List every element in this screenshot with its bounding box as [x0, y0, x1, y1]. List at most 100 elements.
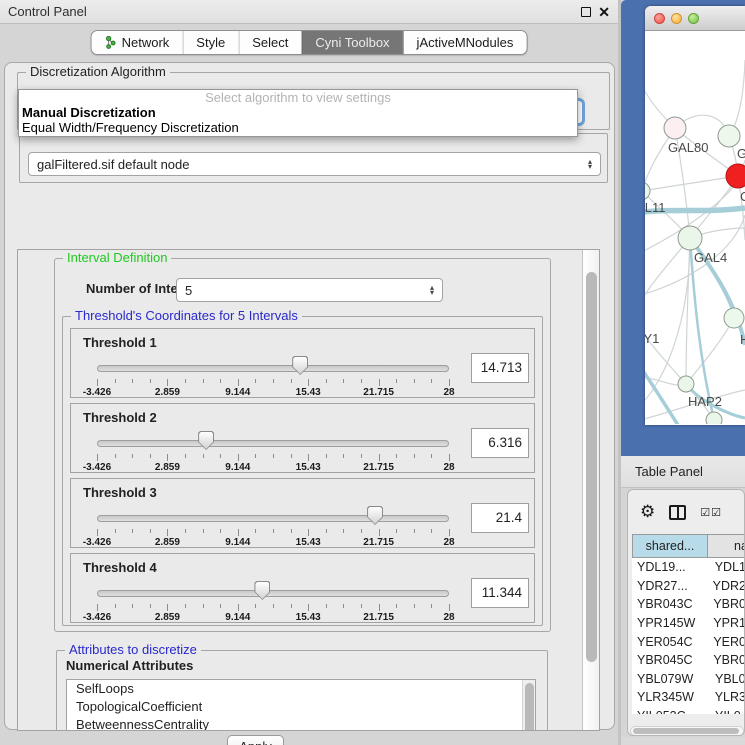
attributes-group-title: Attributes to discretize: [65, 642, 201, 657]
tab-jactivemnodules[interactable]: jActiveMNodules: [403, 31, 527, 54]
table-row[interactable]: YPR145WYPR1: [632, 614, 745, 633]
attribute-item-selfloops[interactable]: SelfLoops: [67, 680, 535, 698]
cell-name[interactable]: YPR1: [706, 616, 745, 630]
threshold-value-field[interactable]: 14.713: [471, 353, 529, 383]
network-node-ga[interactable]: [718, 125, 740, 147]
cell-shared-name[interactable]: YIL052C: [632, 709, 708, 714]
table-row[interactable]: YBL079WYBL0: [632, 670, 745, 689]
network-node-label: GAL80: [668, 140, 708, 155]
cell-name[interactable]: YLR3: [708, 690, 745, 704]
slider-track[interactable]: [97, 515, 449, 522]
table-row[interactable]: YBR045CYBR0: [632, 651, 745, 670]
table-row[interactable]: YIL052CYIL0: [632, 707, 745, 714]
slider-scale: -3.4262.8599.14415.4321.71528: [97, 462, 449, 473]
table-panel-titlebar: Table Panel: [621, 456, 745, 488]
cell-shared-name[interactable]: YDR27...: [632, 579, 706, 593]
tab-label: Style: [196, 31, 225, 54]
cell-name[interactable]: YER0: [706, 635, 745, 649]
cell-shared-name[interactable]: YBR045C: [632, 653, 706, 667]
column-header-name[interactable]: na: [708, 534, 745, 558]
threshold-value-field[interactable]: 6.316: [471, 428, 529, 458]
network-node[interactable]: [706, 412, 722, 424]
slider-handle[interactable]: [292, 356, 308, 375]
column-header-shared-name[interactable]: shared...: [632, 534, 708, 558]
attribute-item-topologicalcoefficient[interactable]: TopologicalCoefficient: [67, 698, 535, 716]
slider-ticks: [97, 604, 449, 612]
dropdown-option-equal-width[interactable]: Equal Width/Frequency Discretization: [19, 120, 577, 135]
mac-minimize-icon[interactable]: [671, 13, 682, 24]
split-columns-icon[interactable]: [669, 505, 686, 520]
tab-label: Select: [252, 31, 288, 54]
tab-network[interactable]: Network: [92, 31, 183, 54]
cell-shared-name[interactable]: YBL079W: [632, 672, 708, 686]
slider-handle[interactable]: [367, 506, 383, 525]
network-node-gal4[interactable]: [678, 226, 702, 250]
table-row[interactable]: YDR27...YDR2: [632, 577, 745, 596]
network-node-gal80[interactable]: [664, 117, 686, 139]
network-edge[interactable]: [729, 60, 745, 136]
algorithm-group-title: Discretization Algorithm: [26, 64, 170, 79]
cell-shared-name[interactable]: YPR145W: [632, 616, 706, 630]
apply-button[interactable]: Apply: [227, 735, 284, 745]
cell-shared-name[interactable]: YLR345W: [632, 690, 708, 704]
network-edge[interactable]: [645, 176, 738, 191]
network-edge[interactable]: [645, 31, 675, 128]
threshold-value-field[interactable]: 21.4: [471, 503, 529, 533]
checkbox-icons[interactable]: ☑☑: [700, 506, 722, 519]
slider-scale: -3.4262.8599.14415.4321.71528: [97, 612, 449, 623]
table-data-combobox[interactable]: galFiltered.sif default node ▴▾: [28, 152, 601, 176]
table-row[interactable]: YBR043CYBR0: [632, 595, 745, 614]
slider-track[interactable]: [97, 590, 449, 597]
scrollbar-thumb[interactable]: [586, 272, 597, 662]
table-horizontal-scrollbar[interactable]: [630, 726, 744, 736]
network-canvas[interactable]: GAL80GACGAL11GAL4GCY1HHAP2: [645, 31, 745, 424]
threshold-panel: Threshold 4 -3.4262.8599.14415.4321.7152…: [70, 553, 535, 623]
threshold-label: Threshold 4: [83, 560, 157, 575]
cell-name[interactable]: YBL0: [708, 672, 745, 686]
cell-name[interactable]: YBR0: [706, 597, 745, 611]
table-row[interactable]: YLR345WYLR3: [632, 688, 745, 707]
slider-track[interactable]: [97, 365, 449, 372]
slider-track[interactable]: [97, 440, 449, 447]
slider-handle[interactable]: [198, 431, 214, 450]
number-of-intervals-combobox[interactable]: 5 ▴▾: [176, 278, 443, 302]
gear-icon[interactable]: ⚙: [640, 504, 655, 521]
settings-scrollpane: Interval Definition Number of Intervals …: [17, 249, 600, 731]
attributes-list-scrollbar[interactable]: [522, 680, 535, 731]
cell-shared-name[interactable]: YDL19...: [632, 560, 708, 574]
slider-handle[interactable]: [254, 581, 270, 600]
float-window-icon[interactable]: [581, 7, 591, 17]
numerical-attributes-list[interactable]: SelfLoopsTopologicalCoefficientBetweenne…: [66, 679, 536, 731]
slider-scale: -3.4262.8599.14415.4321.71528: [97, 387, 449, 398]
table-toolbar: ⚙ ☑☑: [628, 496, 745, 528]
threshold-panel: Threshold 2 -3.4262.8599.14415.4321.7152…: [70, 403, 535, 473]
cell-name[interactable]: YDR2: [706, 579, 745, 593]
cell-name[interactable]: YBR0: [706, 653, 745, 667]
tab-select[interactable]: Select: [238, 31, 301, 54]
table-row[interactable]: YER054CYER0: [632, 632, 745, 651]
table-body[interactable]: YDL19...YDL1YDR27...YDR2YBR043CYBR0YPR14…: [632, 558, 745, 714]
window-title: Control Panel: [8, 4, 87, 19]
dropdown-option-manual[interactable]: Manual Discretization: [19, 105, 577, 120]
tab-style[interactable]: Style: [182, 31, 238, 54]
mac-close-icon[interactable]: [654, 13, 665, 24]
cell-shared-name[interactable]: YBR043C: [632, 597, 706, 611]
stepper-icon: ▴▾: [588, 159, 592, 170]
network-node-c[interactable]: [726, 164, 745, 188]
cell-name[interactable]: YIL0: [708, 709, 741, 714]
close-icon[interactable]: ✕: [598, 7, 610, 17]
network-node-hap2[interactable]: [678, 376, 694, 392]
network-node-h[interactable]: [724, 308, 744, 328]
mac-zoom-icon[interactable]: [688, 13, 699, 24]
table-row[interactable]: YDL19...YDL1: [632, 558, 745, 577]
network-edge[interactable]: [686, 318, 734, 384]
tab-cyni-toolbox[interactable]: Cyni Toolbox: [301, 31, 402, 54]
slider-ticks: [97, 529, 449, 537]
threshold-value-field[interactable]: 11.344: [471, 578, 529, 608]
network-node-label: H: [740, 332, 745, 347]
network-view-window[interactable]: GAL80GACGAL11GAL4GCY1HHAP2: [645, 6, 745, 425]
settings-vertical-scrollbar[interactable]: [582, 250, 599, 730]
cell-shared-name[interactable]: YER054C: [632, 635, 706, 649]
cell-name[interactable]: YDL1: [708, 560, 745, 574]
attribute-item-betweennesscentrality[interactable]: BetweennessCentrality: [67, 716, 535, 731]
